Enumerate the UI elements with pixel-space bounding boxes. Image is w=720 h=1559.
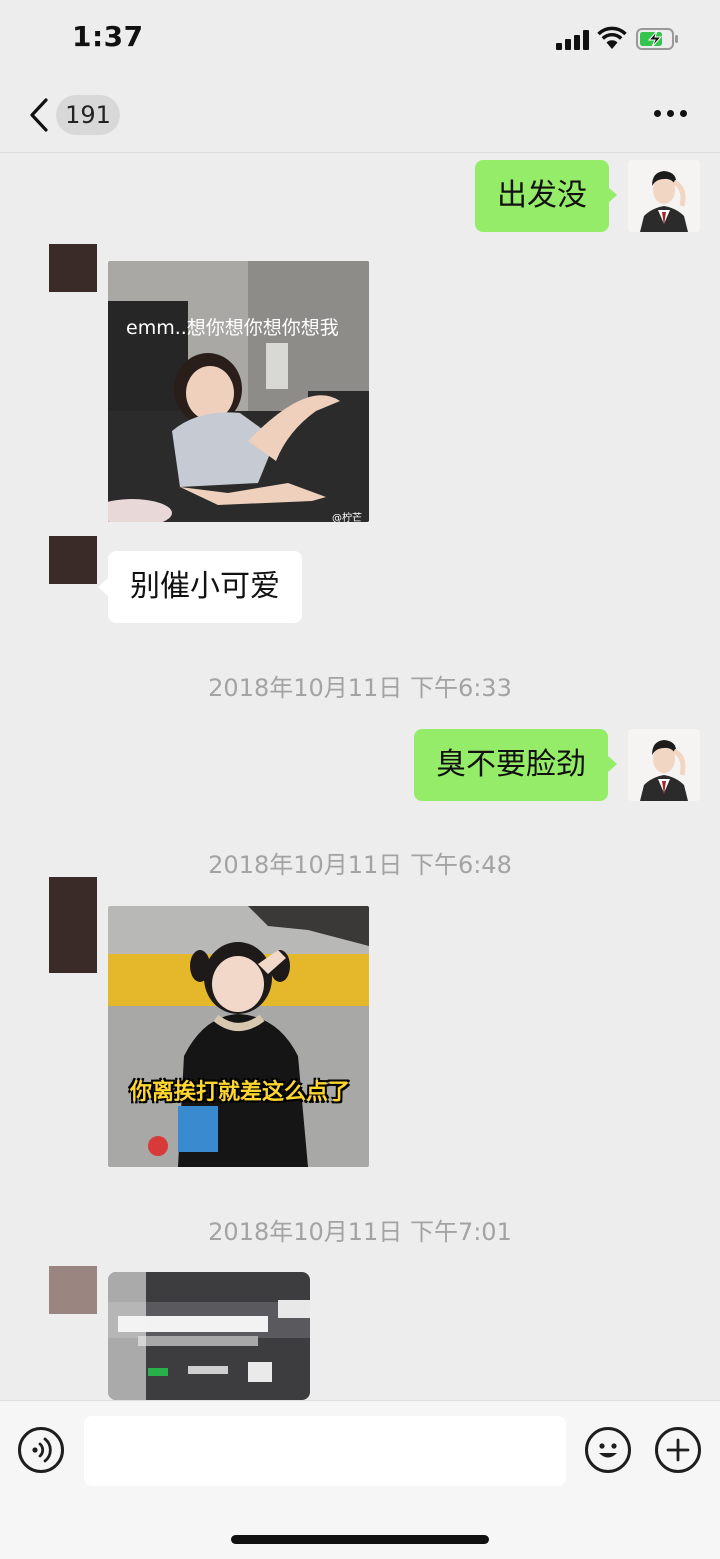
contact-avatar[interactable]	[49, 244, 97, 292]
more-options-icon[interactable]	[654, 110, 688, 120]
bubble-tail	[607, 755, 617, 773]
contact-avatar[interactable]	[49, 1266, 97, 1314]
timestamp: 2018年10月11日 下午6:33	[208, 674, 512, 702]
message-bubble-self[interactable]: 出发没	[475, 160, 609, 232]
image-message[interactable]: 你离挨打就差这么点了	[108, 906, 369, 1167]
contact-avatar[interactable]	[49, 877, 97, 973]
voice-input-button[interactable]	[18, 1427, 64, 1473]
home-indicator	[231, 1535, 489, 1544]
emoji-icon	[599, 1443, 617, 1458]
message-bubble-self[interactable]: 臭不要脸劲	[414, 729, 608, 801]
bubble-tail	[607, 186, 617, 204]
self-avatar[interactable]	[628, 160, 700, 232]
wifi-icon	[597, 26, 627, 49]
voice-icon	[32, 1437, 52, 1463]
image-message[interactable]	[108, 1272, 310, 1400]
cellular-signal-icon	[556, 30, 590, 50]
message-bubble-contact[interactable]: 别催小可爱	[108, 551, 302, 623]
image-message[interactable]: emm..想你想你想你想我 @柠芒	[108, 261, 369, 522]
status-time: 1:37	[72, 20, 144, 53]
message-input[interactable]	[84, 1416, 566, 1486]
battery-charging-icon	[636, 28, 678, 50]
self-avatar[interactable]	[628, 729, 700, 801]
timestamp: 2018年10月11日 下午7:01	[208, 1218, 512, 1246]
image-caption: emm..想你想你想你想我	[126, 317, 339, 339]
back-chevron-icon[interactable]	[26, 96, 52, 134]
emoji-button[interactable]	[585, 1427, 631, 1473]
contact-avatar[interactable]	[49, 536, 97, 584]
timestamp: 2018年10月11日 下午6:48	[208, 851, 512, 879]
unread-count-badge[interactable]: 191	[56, 95, 120, 135]
image-caption: 你离挨打就差这么点了	[130, 1080, 351, 1105]
image-watermark: @柠芒	[332, 513, 362, 522]
bubble-tail	[98, 578, 108, 596]
more-functions-button[interactable]	[655, 1427, 701, 1473]
plus-icon	[666, 1438, 690, 1462]
